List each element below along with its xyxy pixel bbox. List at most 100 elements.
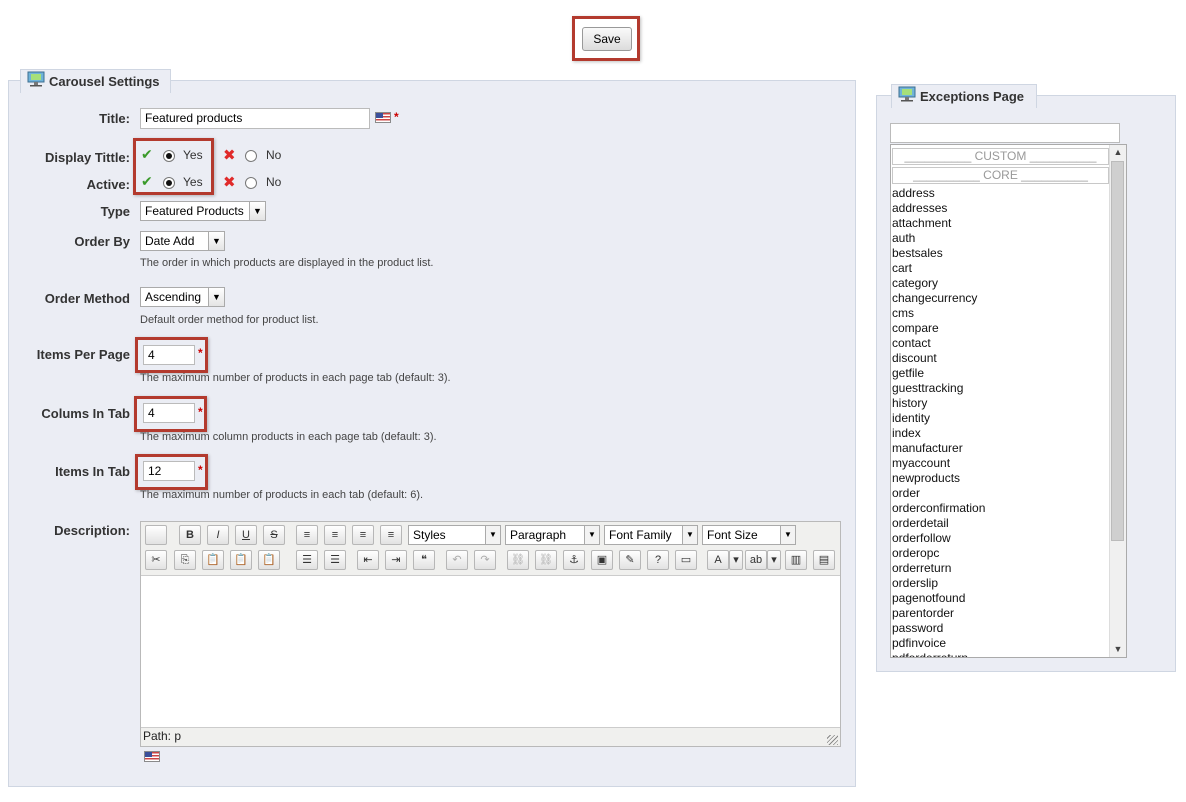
- list-item[interactable]: pdforderreturn: [891, 651, 1110, 657]
- indent-icon[interactable]: ⇥: [385, 550, 407, 570]
- order-method-select[interactable]: Ascending ▼: [140, 287, 225, 307]
- active-no-radio[interactable]: [245, 177, 257, 189]
- list-group-header[interactable]: __________ CORE __________: [892, 167, 1109, 184]
- scroll-up-icon[interactable]: ▲: [1110, 145, 1126, 160]
- bold-icon[interactable]: B: [179, 525, 201, 545]
- anchor-icon[interactable]: ⚓: [563, 550, 585, 570]
- list-item[interactable]: orderconfirmation: [891, 501, 1110, 516]
- blockquote-icon[interactable]: ❝: [413, 550, 435, 570]
- text-color-icon[interactable]: A: [707, 550, 729, 570]
- columns-input[interactable]: 4: [143, 403, 195, 423]
- list-group-header[interactable]: __________ CUSTOM __________: [892, 148, 1109, 165]
- paste-text-icon[interactable]: 📋: [230, 550, 252, 570]
- title-input[interactable]: Featured products: [140, 108, 370, 129]
- display-title-yes-label[interactable]: Yes: [183, 148, 203, 162]
- type-select[interactable]: Featured Products ▼: [140, 201, 266, 221]
- unlink-icon[interactable]: ⛓: [535, 550, 557, 570]
- list-item[interactable]: orderslip: [891, 576, 1110, 591]
- list-item[interactable]: discount: [891, 351, 1110, 366]
- list-item[interactable]: changecurrency: [891, 291, 1110, 306]
- format-select[interactable]: Paragraph ▼: [505, 525, 600, 545]
- active-yes-label[interactable]: Yes: [183, 175, 203, 189]
- scrollbar-thumb[interactable]: [1111, 161, 1124, 541]
- html-icon[interactable]: ▭: [675, 550, 697, 570]
- cut-icon[interactable]: ✂: [145, 550, 167, 570]
- order-by-select-value: Date Add: [145, 234, 195, 248]
- list-item[interactable]: newproducts: [891, 471, 1110, 486]
- list-item[interactable]: category: [891, 276, 1110, 291]
- list-item[interactable]: myaccount: [891, 456, 1110, 471]
- list-item[interactable]: auth: [891, 231, 1110, 246]
- font-family-select[interactable]: Font Family ▼: [604, 525, 698, 545]
- align-justify-icon[interactable]: ≡: [380, 525, 402, 545]
- list-item[interactable]: orderfollow: [891, 531, 1110, 546]
- highlight-color-icon[interactable]: ab: [745, 550, 767, 570]
- list-item[interactable]: index: [891, 426, 1110, 441]
- save-button[interactable]: Save: [582, 27, 632, 51]
- language-flag-icon[interactable]: [144, 751, 160, 762]
- copy-icon[interactable]: ⎘: [174, 550, 196, 570]
- font-size-select[interactable]: Font Size ▼: [702, 525, 796, 545]
- list-item[interactable]: bestsales: [891, 246, 1110, 261]
- list-item[interactable]: compare: [891, 321, 1110, 336]
- list-item[interactable]: guesttracking: [891, 381, 1110, 396]
- text-color-dropdown-icon[interactable]: ▾: [729, 550, 743, 570]
- outdent-icon[interactable]: ⇤: [357, 550, 379, 570]
- list-item[interactable]: pdfinvoice: [891, 636, 1110, 651]
- scroll-down-icon[interactable]: ▼: [1110, 642, 1126, 657]
- image-icon[interactable]: ▣: [591, 550, 613, 570]
- list-item[interactable]: attachment: [891, 216, 1110, 231]
- list-item[interactable]: contact: [891, 336, 1110, 351]
- list-item[interactable]: orderdetail: [891, 516, 1110, 531]
- bullet-list-icon[interactable]: ☰: [296, 550, 318, 570]
- list-item[interactable]: addresses: [891, 201, 1110, 216]
- highlight-color-dropdown-icon[interactable]: ▾: [767, 550, 781, 570]
- paste-word-icon[interactable]: 📋: [258, 550, 280, 570]
- list-item[interactable]: orderreturn: [891, 561, 1110, 576]
- exceptions-search-input[interactable]: [890, 123, 1120, 143]
- list-item[interactable]: history: [891, 396, 1110, 411]
- list-item[interactable]: orderopc: [891, 546, 1110, 561]
- underline-icon[interactable]: U: [235, 525, 257, 545]
- list-item[interactable]: identity: [891, 411, 1110, 426]
- styles-select[interactable]: Styles ▼: [408, 525, 501, 545]
- list-item[interactable]: getfile: [891, 366, 1110, 381]
- items-per-page-input[interactable]: 4: [143, 345, 195, 365]
- media-icon[interactable]: ▥: [785, 550, 807, 570]
- list-item[interactable]: order: [891, 486, 1110, 501]
- order-by-select[interactable]: Date Add ▼: [140, 231, 225, 251]
- cleanup-icon[interactable]: ✎: [619, 550, 641, 570]
- display-title-yes-radio[interactable]: [163, 150, 175, 162]
- scrollbar[interactable]: ▲ ▼: [1109, 145, 1126, 657]
- align-center-icon[interactable]: ≡: [324, 525, 346, 545]
- active-no-label[interactable]: No: [266, 175, 281, 189]
- list-item[interactable]: password: [891, 621, 1110, 636]
- strikethrough-icon[interactable]: S: [263, 525, 285, 545]
- list-item[interactable]: pagenotfound: [891, 591, 1110, 606]
- resize-handle-icon[interactable]: [827, 735, 838, 745]
- list-item[interactable]: address: [891, 186, 1110, 201]
- display-title-no-radio[interactable]: [245, 150, 257, 162]
- exceptions-listbox[interactable]: __________ CUSTOM __________ __________ C…: [890, 144, 1127, 658]
- language-flag-icon[interactable]: [375, 112, 391, 123]
- editor-content-area[interactable]: [141, 575, 840, 728]
- align-left-icon[interactable]: ≡: [296, 525, 318, 545]
- italic-icon[interactable]: I: [207, 525, 229, 545]
- active-yes-radio[interactable]: [163, 177, 175, 189]
- paste-icon[interactable]: 📋: [202, 550, 224, 570]
- items-in-tab-input[interactable]: 12: [143, 461, 195, 481]
- help-icon[interactable]: ?: [647, 550, 669, 570]
- link-icon[interactable]: ⛓: [507, 550, 529, 570]
- list-item[interactable]: cms: [891, 306, 1110, 321]
- align-right-icon[interactable]: ≡: [352, 525, 374, 545]
- list-item[interactable]: cart: [891, 261, 1110, 276]
- template-icon[interactable]: ▤: [813, 550, 835, 570]
- list-item[interactable]: parentorder: [891, 606, 1110, 621]
- display-title-no-label[interactable]: No: [266, 148, 281, 162]
- undo-icon[interactable]: ↶: [446, 550, 468, 570]
- numbered-list-icon[interactable]: ☰: [324, 550, 346, 570]
- redo-icon[interactable]: ↷: [474, 550, 496, 570]
- new-document-icon[interactable]: [145, 525, 167, 545]
- list-item[interactable]: manufacturer: [891, 441, 1110, 456]
- chevron-down-icon: ▼: [485, 526, 500, 544]
